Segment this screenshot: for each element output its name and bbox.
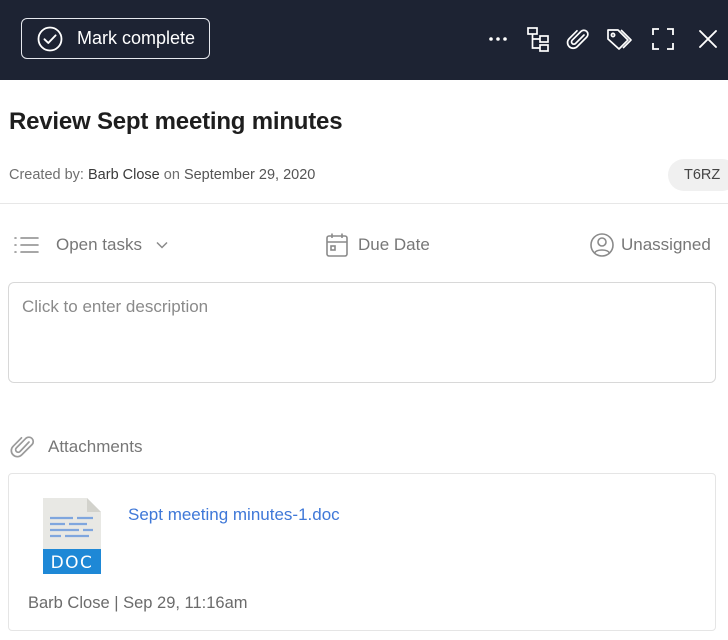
attachment-uploaded-info: Barb Close | Sep 29, 11:16am [28,594,248,612]
attachments-heading: Attachments [48,437,143,456]
created-by-name: Barb Close [88,167,160,183]
close-button[interactable] [694,25,722,53]
close-icon [699,30,717,48]
created-on-prefix: on [163,167,180,183]
more-options-button[interactable] [484,25,512,53]
tags-icon [607,29,632,50]
calendar-icon [326,233,348,257]
attachments-header: Attachments [9,432,143,462]
task-created-info: Created by: Barb Close on September 29, … [9,167,315,183]
due-date-label: Due Date [358,235,430,254]
attach-button[interactable] [564,25,592,53]
tags-button[interactable] [606,25,634,53]
list-icon [14,237,39,253]
subtasks-button[interactable] [524,25,552,53]
mark-complete-label: Mark complete [77,28,196,48]
check-circle-icon [37,26,63,51]
doc-file-icon[interactable]: DOC [43,498,101,574]
attachment-file-link[interactable]: Sept meeting minutes-1.doc [128,505,340,525]
task-list-selector[interactable]: Open tasks [12,230,169,260]
paperclip-icon [566,29,589,50]
task-code-badge: T6RZ [668,159,728,191]
description-field[interactable]: Click to enter description [8,282,716,383]
created-by-prefix: Created by: [9,167,84,183]
due-date-picker[interactable]: Due Date [325,230,430,260]
description-placeholder: Click to enter description [22,297,209,316]
divider [0,203,728,204]
chevron-down-icon [156,241,168,249]
assignee-label: Unassigned [621,235,711,254]
subtasks-icon [527,27,549,52]
task-title[interactable]: Review Sept meeting minutes [9,108,343,136]
paperclip-icon [10,436,35,458]
assignee-selector[interactable]: Unassigned [589,230,711,260]
created-date: September 29, 2020 [183,167,316,183]
fullscreen-button[interactable] [649,25,677,53]
task-list-label: Open tasks [56,235,142,254]
user-icon [590,233,614,257]
fullscreen-icon [652,28,674,50]
file-type-label: DOC [51,553,94,573]
attachment-card: DOC Sept meeting minutes-1.doc Barb Clos… [8,473,716,631]
more-icon [489,37,507,41]
mark-complete-button[interactable]: Mark complete [21,18,210,59]
task-toolbar: Mark complete [0,0,728,80]
